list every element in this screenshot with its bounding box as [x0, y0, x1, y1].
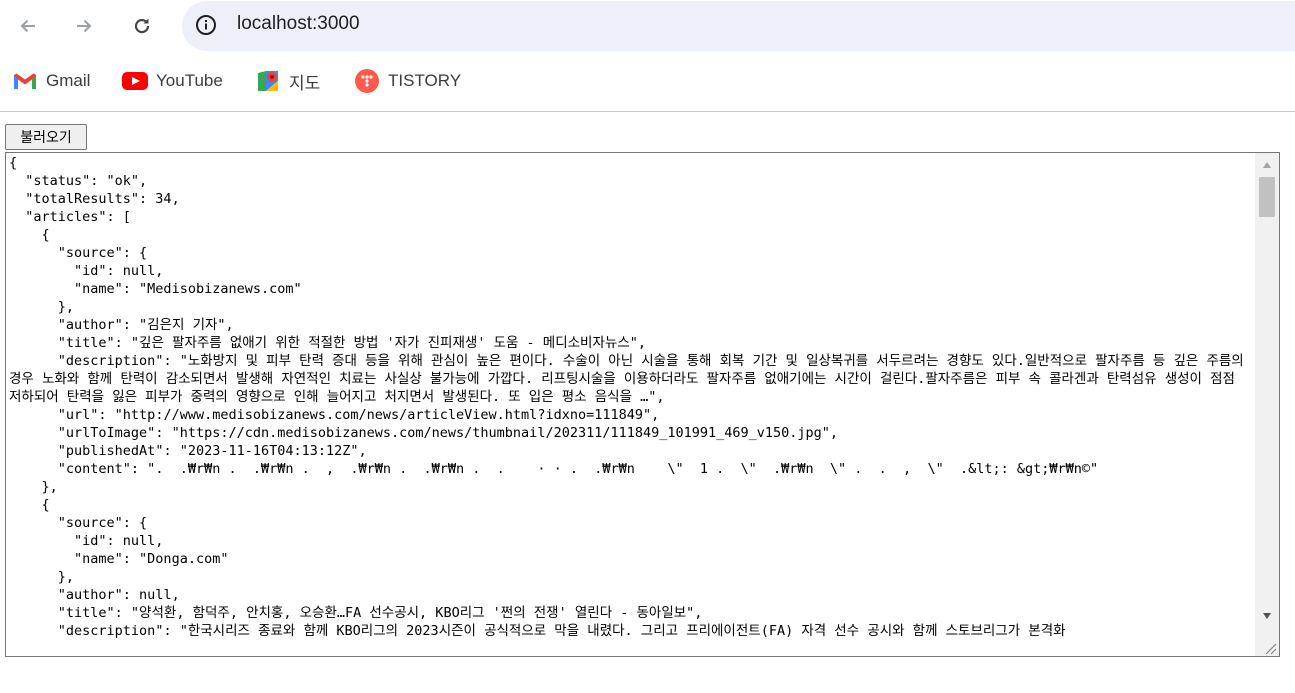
bookmark-youtube[interactable]: YouTube — [122, 68, 223, 94]
resize-handle-icon[interactable] — [1263, 640, 1277, 655]
site-info-icon[interactable] — [193, 12, 219, 38]
tistory-icon — [354, 68, 380, 94]
bookmark-label: 지도 — [289, 73, 321, 93]
reload-button[interactable] — [125, 9, 159, 43]
back-arrow-icon — [20, 19, 35, 33]
scroll-up-icon[interactable] — [1255, 153, 1279, 177]
bookmark-label: TISTORY — [388, 71, 462, 90]
load-button[interactable]: 불러오기 — [5, 124, 87, 150]
scrollbar-thumb[interactable] — [1259, 177, 1275, 217]
reload-icon — [134, 18, 150, 34]
browser-toolbar: localhost:3000 — [0, 0, 1295, 52]
json-output-textarea[interactable]: { "status": "ok", "totalResults": 34, "a… — [5, 152, 1280, 657]
url-text[interactable]: localhost:3000 — [237, 13, 360, 35]
forward-button[interactable] — [67, 9, 101, 43]
bookmark-label: YouTube — [156, 71, 223, 90]
vertical-scrollbar[interactable] — [1255, 153, 1279, 656]
back-button[interactable] — [11, 9, 45, 43]
forward-arrow-icon — [77, 19, 92, 33]
youtube-icon — [122, 68, 148, 94]
bookmark-gmail[interactable]: Gmail — [12, 68, 90, 94]
gmail-icon — [12, 68, 38, 94]
bookmarks-bar: Gmail YouTube 지도 TISTORY — [0, 52, 1295, 112]
bookmark-label: Gmail — [46, 71, 91, 90]
scroll-down-icon[interactable] — [1255, 604, 1279, 628]
bookmark-maps[interactable]: 지도 — [255, 68, 320, 94]
json-output-text: { "status": "ok", "totalResults": 34, "a… — [9, 155, 1244, 639]
maps-icon — [255, 68, 281, 94]
bookmark-tistory[interactable]: TISTORY — [354, 68, 461, 94]
